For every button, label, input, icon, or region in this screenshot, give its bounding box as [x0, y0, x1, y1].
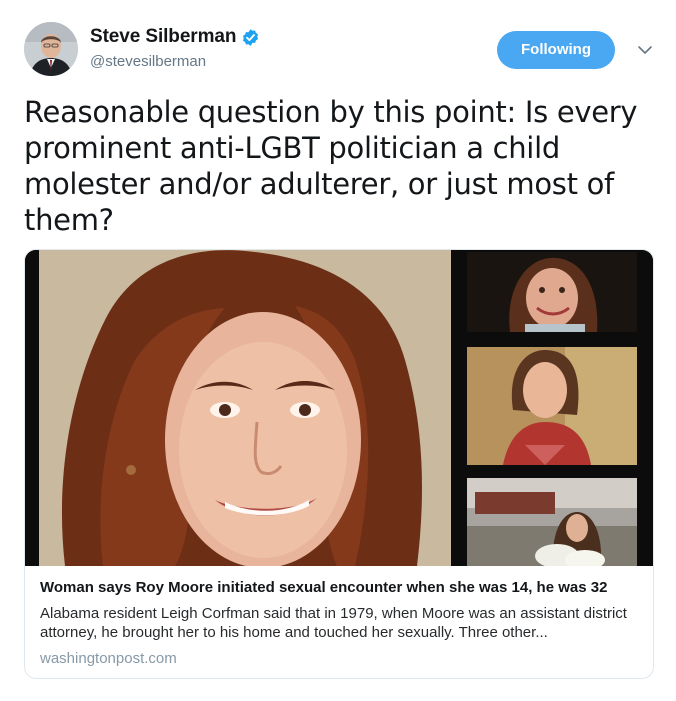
side-photo-1 [467, 252, 637, 332]
link-card[interactable]: Woman says Roy Moore initiated sexual en… [24, 249, 654, 679]
name-row: Steve Silberman [90, 25, 260, 49]
card-body: Woman says Roy Moore initiated sexual en… [25, 566, 653, 668]
verified-badge-icon [241, 28, 260, 47]
display-name[interactable]: Steve Silberman [90, 26, 236, 48]
main-portrait [39, 250, 451, 566]
card-description: Alabama resident Leigh Corfman said that… [40, 605, 627, 641]
avatar-photo-icon [24, 22, 78, 76]
following-button[interactable]: Following [497, 31, 615, 69]
chevron-down-icon[interactable] [636, 41, 654, 59]
avatar[interactable] [24, 22, 78, 76]
side-photo-3 [467, 478, 637, 566]
side-photo-2 [467, 347, 637, 465]
card-title[interactable]: Woman says Roy Moore initiated sexual en… [40, 578, 638, 598]
card-domain[interactable]: washingtonpost.com [40, 650, 638, 668]
card-image[interactable] [25, 250, 653, 566]
handle[interactable]: @stevesilberman [90, 53, 206, 70]
tweet-text: Reasonable question by this point: Is ev… [24, 95, 638, 237]
tweet: Steve Silberman @stevesilberman Followin… [0, 0, 676, 701]
